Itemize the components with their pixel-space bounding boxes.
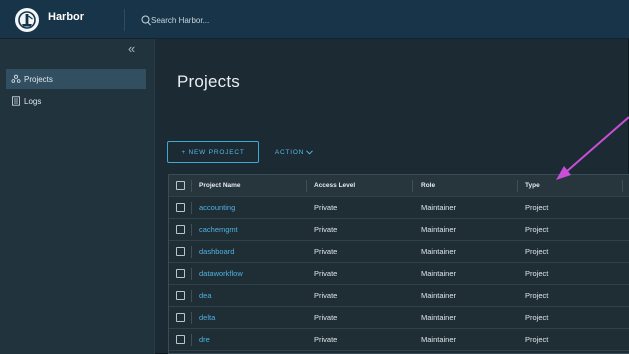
annotation-arrow-icon (556, 116, 629, 180)
